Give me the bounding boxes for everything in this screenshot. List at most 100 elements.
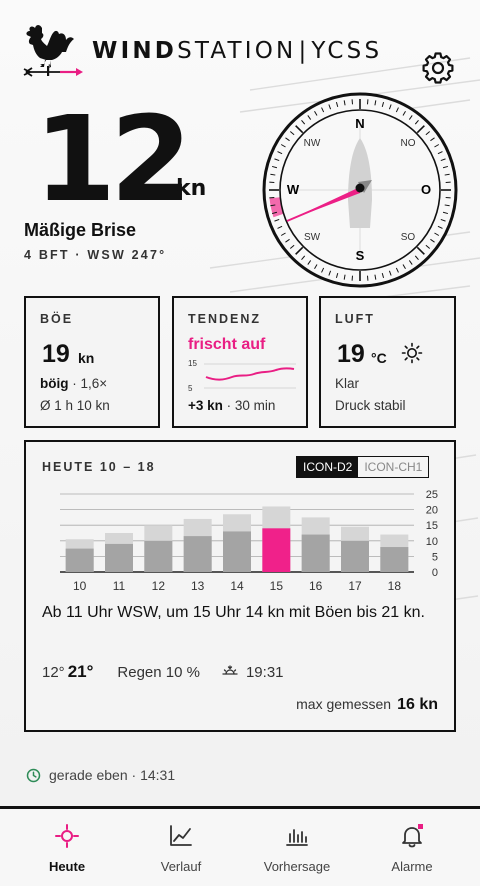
forecast-bar-chart: 25 20 15 10 5 0 10 11 12 13 14 15 16 17 18	[60, 489, 438, 593]
settings-gear-icon[interactable]	[422, 52, 454, 84]
wind-bar	[105, 543, 133, 572]
crosshair-icon	[55, 824, 79, 848]
model-button-icon-ch1[interactable]: ICON-CH1	[358, 457, 429, 477]
sunset-icon	[222, 665, 238, 675]
update-status-text: gerade eben · 14:31	[49, 767, 176, 783]
nav-tab-heute[interactable]: Heute	[17, 823, 117, 883]
nav-tab-vorhersage[interactable]: Vorhersage	[247, 823, 347, 883]
gust-average: Ø 1 h 10 kn	[40, 398, 110, 413]
max-measured: max gemessen 16 kn	[296, 696, 438, 714]
forecast-rain: Regen 10 %	[117, 664, 200, 681]
gust-factor: · 1,6×	[68, 376, 108, 391]
model-button-icon-d2[interactable]: ICON-D2	[297, 457, 359, 477]
trend-axis-bottom: 5	[188, 384, 193, 393]
compass-label-no: NO	[401, 138, 416, 149]
nav-tab-label: Verlauf	[160, 859, 202, 874]
chart-x-tick-label: 11	[113, 579, 126, 593]
current-wind-unit: kn	[176, 176, 207, 201]
forecast-meta: 12° 21° Regen 10 % 19:31	[42, 662, 284, 682]
gust-character: böig · 1,6×	[40, 376, 107, 391]
forecast-label: HEUTE 10 – 18	[42, 460, 156, 474]
wind-beaufort-direction: 4 BFT · WSW 247°	[24, 248, 167, 262]
bell-icon	[402, 824, 423, 848]
air-temperature: 19	[337, 340, 365, 368]
update-status: gerade eben · 14:31	[26, 767, 175, 783]
alarm-badge	[418, 824, 423, 829]
gust-value: 19	[42, 340, 70, 368]
compass-label-w: W	[287, 182, 300, 197]
gust-label: BÖE	[40, 312, 74, 326]
air-temperature-unit: °C	[371, 350, 387, 366]
compass-label-so: SO	[401, 232, 416, 243]
wind-bar	[65, 548, 94, 572]
forecast-sunset: 19:31	[245, 664, 284, 681]
trend-line	[205, 367, 295, 381]
nav-tab-label: Alarme	[391, 859, 433, 874]
bar-chart-icon	[286, 829, 308, 846]
gust-unit: kn	[78, 350, 95, 366]
wind-bar	[183, 536, 212, 572]
clock-icon	[26, 768, 41, 782]
compass-center-pin	[355, 183, 365, 193]
nav-tab-label: Heute	[48, 859, 86, 874]
wind-bar-highlight	[262, 528, 291, 572]
rooster-weathervane-logo	[23, 25, 83, 77]
wind-bar	[301, 534, 330, 572]
chart-x-tick-label: 13	[191, 579, 205, 593]
trend-card[interactable]: TENDENZ frischt auf 15 5 +3 kn · 30 min	[172, 296, 308, 428]
app-screen: WINDSTATION|YCSS 12 kn Mäßige Brise 4 BF…	[0, 0, 480, 886]
brand-title: WINDSTATION|YCSS	[92, 38, 382, 64]
brand-separator: |	[298, 38, 310, 64]
model-toggle: ICON-D2 ICON-CH1	[296, 456, 430, 478]
trend-axis-top: 15	[188, 359, 197, 368]
trend-delta-window: · 30 min	[222, 398, 276, 413]
trend-delta-value: +3 kn	[188, 398, 223, 413]
compass-label-nw: NW	[304, 138, 321, 149]
air-card[interactable]: LUFT 19 °C Klar Druck stabil	[319, 296, 456, 428]
air-pressure: Druck stabil	[335, 398, 406, 413]
current-wind-speed: 12	[34, 90, 192, 228]
forecast-temp-min: 12°	[42, 664, 65, 681]
max-measured-value: 16 kn	[397, 696, 438, 713]
app-header: WINDSTATION|YCSS	[0, 18, 480, 84]
line-chart-icon	[170, 825, 192, 846]
chart-x-tick-label: 16	[309, 579, 323, 593]
chart-y-tick-label: 10	[426, 536, 438, 548]
brand-club: YCSS	[311, 38, 383, 64]
chart-y-tick-label: 0	[432, 567, 438, 579]
chart-x-tick-label: 12	[152, 579, 166, 593]
chart-x-tick-label: 10	[73, 579, 87, 593]
chart-x-tick-label: 14	[230, 579, 244, 593]
trend-title: frischt auf	[188, 336, 266, 353]
chart-x-tick-label: 15	[270, 579, 284, 593]
compass-label-sw: SW	[304, 232, 321, 243]
trend-label: TENDENZ	[188, 312, 262, 326]
bottom-navigation: Heute Verlauf Vorhersage Alarme	[0, 806, 480, 886]
max-measured-label: max gemessen	[296, 696, 392, 712]
trend-sparkline: 15 5	[188, 359, 296, 393]
forecast-card: HEUTE 10 – 18 ICON-D2 ICON-CH1 25 20 15 10 5…	[24, 440, 456, 732]
chart-y-tick-label: 5	[432, 551, 438, 563]
sun-icon	[401, 342, 423, 364]
wind-compass: N S O W NW NO SW SO	[262, 92, 458, 288]
gust-character-label: böig	[40, 376, 69, 391]
trend-delta: +3 kn · 30 min	[188, 398, 275, 413]
compass-label-e: O	[421, 182, 431, 197]
chart-y-tick-label: 20	[426, 505, 438, 517]
wind-description: Mäßige Brise	[24, 220, 137, 240]
air-label: LUFT	[335, 312, 375, 326]
compass-label-s: S	[356, 248, 365, 263]
nav-tab-verlauf[interactable]: Verlauf	[131, 823, 231, 883]
forecast-summary: Ab 11 Uhr WSW, um 15 Uhr 14 kn mit Böen …	[42, 604, 425, 621]
nav-tab-label: Vorhersage	[263, 859, 331, 874]
chart-x-tick-label: 18	[388, 579, 402, 593]
forecast-temp-max: 21°	[67, 662, 94, 681]
brand-title-rest: STATION	[177, 38, 297, 64]
chart-y-tick-label: 25	[426, 489, 438, 501]
nav-tab-alarme[interactable]: Alarme	[362, 823, 462, 883]
chart-x-tick-label: 17	[348, 579, 362, 593]
brand-title-bold: WIND	[92, 38, 178, 64]
wind-bar	[341, 540, 369, 572]
air-sky: Klar	[335, 376, 360, 391]
gust-card[interactable]: BÖE 19 kn böig · 1,6× Ø 1 h 10 kn	[24, 296, 160, 428]
